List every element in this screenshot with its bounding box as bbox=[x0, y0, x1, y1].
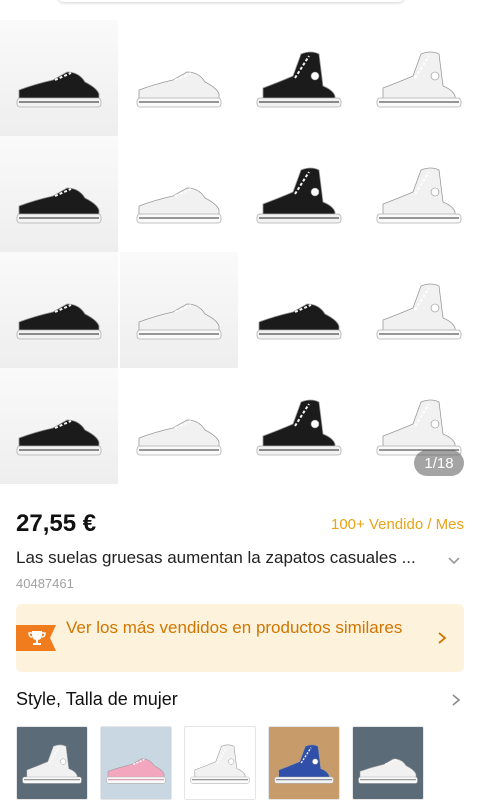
shoe-thumbnail-image bbox=[274, 744, 334, 784]
image-counter: 1/18 bbox=[414, 450, 464, 476]
shoe-image bbox=[136, 71, 222, 108]
best-sellers-banner[interactable]: Ver los más vendidos en productos simila… bbox=[16, 604, 464, 672]
gallery-image[interactable] bbox=[0, 136, 118, 252]
banner-text: Ver los más vendidos en productos simila… bbox=[66, 618, 403, 637]
shoe-image bbox=[376, 283, 462, 340]
gallery-image[interactable] bbox=[0, 368, 118, 484]
sold-count: 100+ Vendido / Mes bbox=[330, 516, 464, 533]
shoe-image bbox=[256, 51, 342, 108]
shoe-image bbox=[16, 187, 102, 224]
gallery-image[interactable] bbox=[120, 252, 238, 368]
gallery-image[interactable] bbox=[360, 252, 478, 368]
shoe-thumbnail-image bbox=[190, 744, 250, 784]
product-id: 40487461 bbox=[16, 576, 74, 591]
style-thumbnail[interactable] bbox=[100, 726, 172, 800]
gallery-image[interactable] bbox=[120, 368, 238, 484]
style-thumbnail[interactable] bbox=[16, 726, 88, 800]
style-title: Style, Talla de mujer bbox=[16, 689, 178, 709]
shoe-image bbox=[136, 187, 222, 224]
search-bar-edge bbox=[58, 0, 404, 2]
style-thumbnails bbox=[16, 726, 464, 800]
gallery-image[interactable] bbox=[120, 20, 238, 136]
style-thumbnail[interactable] bbox=[352, 726, 424, 800]
gallery-image[interactable] bbox=[0, 252, 118, 368]
shoe-image bbox=[16, 419, 102, 456]
price: 27,55 € bbox=[16, 510, 97, 537]
gallery-image[interactable] bbox=[240, 136, 358, 252]
gallery-image[interactable] bbox=[240, 368, 358, 484]
shoe-thumbnail-image bbox=[358, 758, 418, 784]
shoe-image bbox=[376, 167, 462, 224]
shoe-image bbox=[256, 167, 342, 224]
shoe-thumbnail-image bbox=[22, 744, 82, 784]
trophy-icon bbox=[16, 625, 56, 651]
shoe-image bbox=[376, 51, 462, 108]
product-title: Las suelas gruesas aumentan la zapatos c… bbox=[16, 548, 416, 567]
gallery-image[interactable] bbox=[240, 252, 358, 368]
shoe-image bbox=[256, 303, 342, 340]
style-size-row[interactable]: Style, Talla de mujer bbox=[16, 686, 464, 714]
style-thumbnail[interactable] bbox=[184, 726, 256, 800]
gallery-image[interactable] bbox=[360, 20, 478, 136]
shoe-image bbox=[16, 71, 102, 108]
gallery-image[interactable] bbox=[0, 20, 118, 136]
chevron-right-icon bbox=[438, 632, 447, 644]
chevron-down-icon[interactable] bbox=[444, 550, 464, 570]
shoe-thumbnail-image bbox=[106, 758, 166, 784]
style-thumbnail[interactable] bbox=[268, 726, 340, 800]
shoe-image bbox=[136, 419, 222, 456]
shoe-image-grid[interactable] bbox=[0, 20, 480, 484]
product-title-row[interactable]: Las suelas gruesas aumentan la zapatos c… bbox=[16, 548, 464, 572]
gallery-image[interactable] bbox=[240, 20, 358, 136]
shoe-image bbox=[136, 303, 222, 340]
shoe-image bbox=[16, 303, 102, 340]
shoe-image bbox=[256, 399, 342, 456]
price-row: 27,55 € 100+ Vendido / Mes bbox=[16, 508, 464, 540]
gallery-image[interactable] bbox=[360, 136, 478, 252]
gallery-image[interactable] bbox=[120, 136, 238, 252]
product-image-gallery[interactable]: 1/18 bbox=[0, 0, 480, 490]
chevron-right-icon bbox=[452, 694, 461, 706]
